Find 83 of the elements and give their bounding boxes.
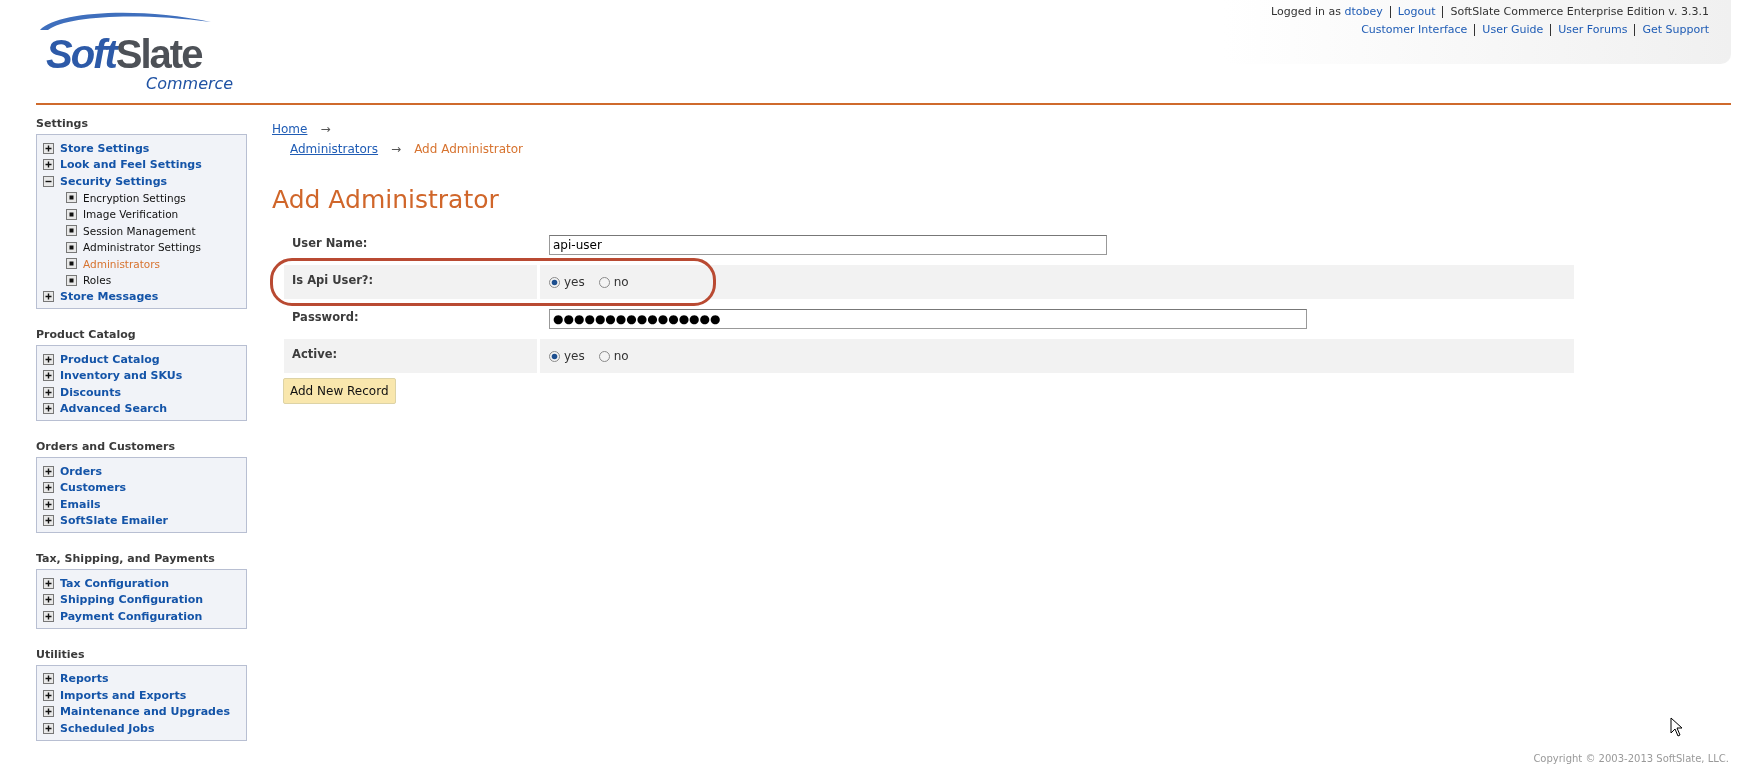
logo-tagline: Commerce [146, 74, 234, 93]
nav-link[interactable]: Security Settings [60, 174, 168, 188]
nav-link[interactable]: Scheduled Jobs [60, 721, 155, 735]
nav-link[interactable]: Store Settings [60, 141, 150, 155]
section-heading: Settings [36, 117, 89, 130]
field-label: User Name: [291, 235, 369, 252]
expand-icon[interactable] [43, 498, 54, 510]
expand-icon[interactable] [43, 386, 54, 398]
nav-link[interactable]: Maintenance and Upgrades [60, 705, 230, 719]
expand-icon[interactable] [43, 370, 54, 382]
page-title: Add Administrator [272, 185, 500, 214]
expand-icon[interactable] [43, 722, 54, 734]
bullet-icon [66, 241, 77, 253]
collapse-icon[interactable] [43, 175, 54, 187]
expand-icon[interactable] [43, 353, 54, 365]
expand-icon[interactable] [43, 515, 54, 527]
header-link[interactable]: Get Support [1635, 24, 1709, 36]
breadcrumb-link[interactable]: Administrators [290, 142, 379, 156]
expand-icon[interactable] [43, 577, 54, 589]
expand-icon[interactable] [43, 689, 54, 701]
bullet-icon [66, 258, 77, 270]
nav-link[interactable]: Inventory and SKUs [60, 369, 183, 383]
expand-icon[interactable] [43, 403, 54, 415]
section-heading: Tax, Shipping, and Payments [36, 552, 216, 565]
nav-link[interactable]: Roles [83, 274, 112, 287]
expand-icon[interactable] [43, 159, 54, 171]
nav-link[interactable]: Imports and Exports [60, 688, 187, 702]
cursor-icon [1670, 717, 1684, 738]
expand-icon[interactable] [43, 706, 54, 718]
logout-link[interactable]: Logout [1390, 6, 1444, 18]
header-link[interactable]: Customer Interface [1354, 24, 1476, 36]
nav-link[interactable]: Session Management [83, 224, 196, 237]
header-link[interactable]: User Forums [1551, 24, 1636, 36]
bullet-icon [66, 208, 77, 220]
nav-link[interactable]: Image Verification [83, 208, 179, 221]
bullet-icon [66, 225, 77, 237]
login-label: Logged in as [1271, 5, 1342, 18]
logo-wordmark: SoftSlate [46, 32, 202, 77]
password-field[interactable]: ●●●●●●●●●●●●●●●● [549, 309, 1307, 329]
add-record-button[interactable]: Add New Record [283, 378, 396, 404]
copyright-text: Copyright © 2003-2013 SoftSlate, LLC. [1533, 753, 1729, 764]
radio-option[interactable]: yes [549, 275, 585, 289]
nav-link[interactable]: Product Catalog [60, 352, 160, 366]
expand-icon[interactable] [43, 465, 54, 477]
nav-link[interactable]: Advanced Search [60, 402, 168, 416]
nav-link[interactable]: Discounts [60, 385, 121, 399]
expand-icon[interactable] [43, 142, 54, 154]
nav-link[interactable]: Tax Configuration [60, 576, 170, 590]
radio-option[interactable]: no [598, 349, 629, 363]
user-link[interactable]: dtobey [1344, 5, 1383, 18]
nav-link[interactable]: Payment Configuration [60, 609, 203, 623]
nav-link[interactable]: Customers [60, 481, 127, 495]
radio-option[interactable]: no [598, 275, 629, 289]
section-heading: Product Catalog [36, 328, 137, 341]
breadcrumb-link[interactable]: Home [272, 122, 308, 136]
section-heading: Orders and Customers [36, 440, 177, 453]
expand-icon[interactable] [43, 482, 54, 494]
nav-link[interactable]: Orders [60, 464, 103, 478]
breadcrumb-arrow: → [391, 142, 402, 156]
nav-link[interactable]: Look and Feel Settings [60, 158, 202, 172]
edition-label: SoftSlate Commerce Enterprise Edition v. 3.3.1 [1449, 6, 1709, 18]
expand-icon[interactable] [43, 673, 54, 685]
bullet-icon [66, 274, 77, 286]
breadcrumb-current: Add Administrator [414, 142, 523, 156]
nav-link[interactable]: Encryption Settings [83, 191, 186, 204]
breadcrumb-arrow: → [320, 122, 331, 136]
nav-link[interactable]: Reports [60, 672, 109, 686]
radio-option[interactable]: yes [549, 349, 585, 363]
bullet-icon [66, 192, 77, 204]
field-label: Is Api User?: [284, 265, 537, 299]
nav-link[interactable]: Administrator Settings [83, 241, 201, 254]
section-heading: Utilities [36, 647, 86, 661]
nav-link[interactable]: Emails [60, 497, 101, 511]
expand-icon[interactable] [43, 291, 54, 303]
field-label: Password: [291, 309, 360, 326]
field-label: Active: [284, 339, 537, 373]
text-field[interactable]: api-user [549, 235, 1107, 255]
expand-icon[interactable] [43, 610, 54, 622]
nav-link[interactable]: Store Messages [60, 290, 159, 304]
nav-link[interactable]: Shipping Configuration [60, 593, 204, 607]
nav-link[interactable]: SoftSlate Emailer [60, 514, 168, 528]
expand-icon[interactable] [43, 594, 54, 606]
header-link[interactable]: User Guide [1475, 24, 1552, 36]
